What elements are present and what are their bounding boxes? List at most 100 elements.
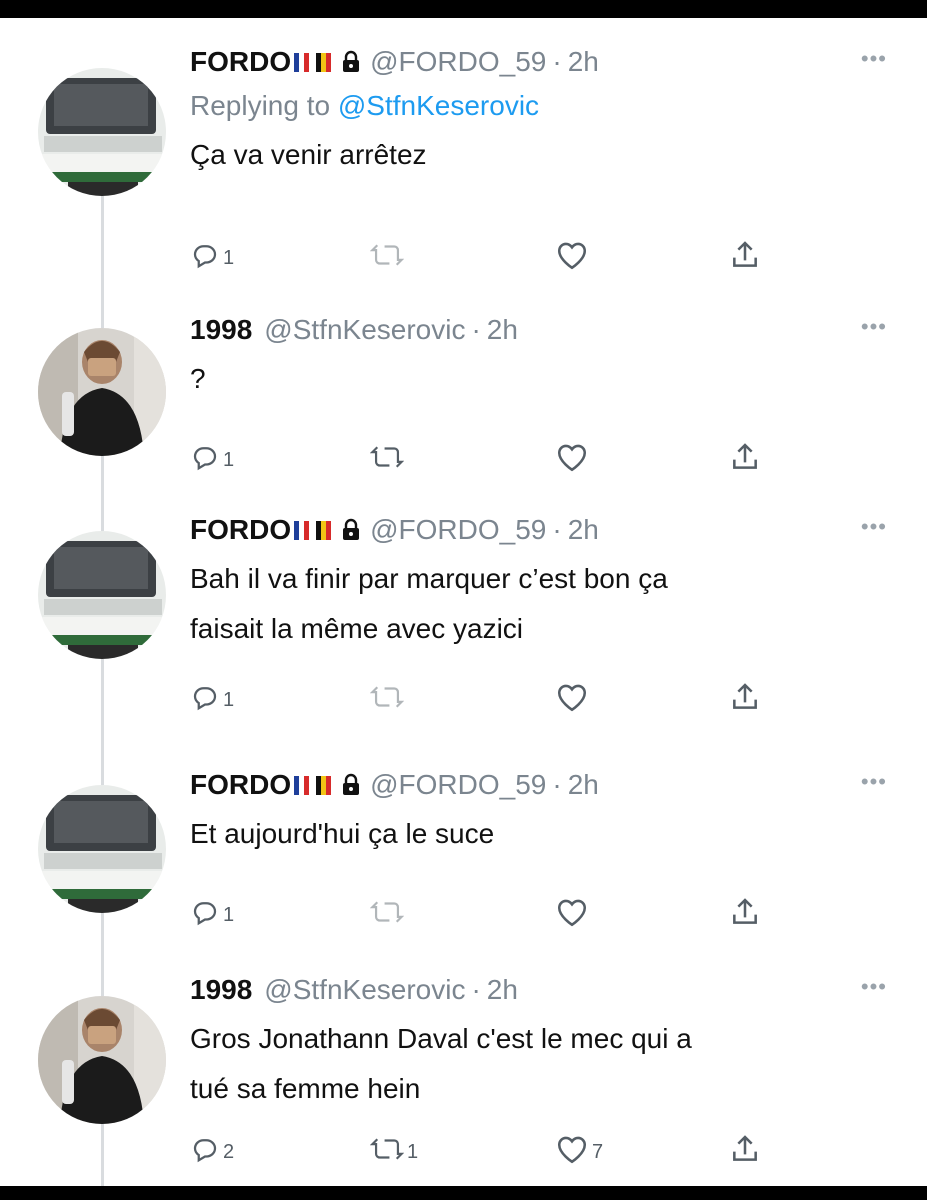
retweet-button[interactable] bbox=[369, 678, 405, 722]
replying-to-label: Replying to bbox=[190, 90, 338, 121]
tweet-header: 1998 @StfnKeserovic · 2h bbox=[190, 308, 887, 352]
tweet-header: FORDO @FORDO_59 · 2h bbox=[190, 763, 887, 807]
more-icon[interactable]: ••• bbox=[861, 514, 887, 540]
reply-button[interactable]: 1 bbox=[190, 236, 234, 280]
tweet-header: 1998 @StfnKeserovic · 2h bbox=[190, 968, 887, 1012]
retweet-button[interactable] bbox=[369, 236, 405, 280]
reply-icon bbox=[190, 897, 220, 933]
tweet-header: FORDO @FORDO_59 · 2h bbox=[190, 40, 887, 84]
timestamp[interactable]: 2h bbox=[568, 763, 599, 807]
like-button[interactable] bbox=[555, 236, 589, 280]
share-icon bbox=[730, 896, 760, 934]
share-button[interactable] bbox=[730, 1130, 760, 1174]
tweet-actions: 1 bbox=[190, 678, 890, 722]
tweet-text-line: Ça va venir arrêtez bbox=[190, 139, 427, 170]
retweet-button[interactable]: 1 bbox=[369, 1130, 419, 1174]
tweet-actions: 2 1 7 bbox=[190, 1130, 890, 1174]
retweet-icon bbox=[369, 240, 405, 276]
share-button[interactable] bbox=[730, 893, 760, 937]
tweet-text-line: tué sa femme hein bbox=[190, 1073, 421, 1104]
share-icon bbox=[730, 239, 760, 277]
user-handle[interactable]: @FORDO_59 bbox=[370, 508, 546, 552]
retweet-button[interactable] bbox=[369, 438, 405, 482]
timestamp[interactable]: 2h bbox=[568, 40, 599, 84]
reply-icon bbox=[190, 682, 220, 718]
timestamp[interactable]: 2h bbox=[487, 968, 518, 1012]
monitor-photo-avatar[interactable] bbox=[38, 68, 166, 196]
like-icon bbox=[555, 441, 589, 479]
like-icon bbox=[555, 1133, 589, 1171]
separator: · bbox=[471, 974, 481, 1005]
flags bbox=[294, 775, 338, 795]
reply-button[interactable]: 1 bbox=[190, 678, 234, 722]
more-icon[interactable]: ••• bbox=[861, 769, 887, 795]
tweet-text: ? bbox=[190, 354, 887, 404]
like-icon bbox=[555, 239, 589, 277]
reply-count: 1 bbox=[223, 246, 235, 269]
lock-icon bbox=[340, 50, 362, 74]
flag-belgium-icon bbox=[316, 775, 332, 795]
person-photo-avatar[interactable] bbox=[38, 996, 166, 1124]
retweet-icon bbox=[369, 682, 405, 718]
retweet-icon bbox=[369, 1134, 405, 1170]
separator: · bbox=[552, 769, 562, 800]
display-name[interactable]: 1998 bbox=[190, 308, 252, 352]
retweet-icon bbox=[369, 442, 405, 478]
share-icon bbox=[730, 1133, 760, 1171]
replying-to-mention[interactable]: @StfnKeserovic bbox=[338, 90, 539, 121]
like-icon bbox=[555, 896, 589, 934]
lock-icon bbox=[340, 518, 362, 542]
person-photo-avatar[interactable] bbox=[38, 328, 166, 456]
user-handle[interactable]: @StfnKeserovic bbox=[264, 968, 465, 1012]
reply-button[interactable]: 1 bbox=[190, 893, 234, 937]
reply-count: 1 bbox=[223, 448, 235, 471]
separator: · bbox=[471, 314, 481, 345]
flag-france-icon bbox=[294, 775, 310, 795]
more-icon[interactable]: ••• bbox=[861, 974, 887, 1000]
tweet-text: Bah il va finir par marquer c’est bon ça… bbox=[190, 554, 887, 654]
like-button[interactable] bbox=[555, 893, 589, 937]
tweet-text: Ça va venir arrêtez bbox=[190, 130, 887, 180]
tweet-text: Et aujourd'hui ça le suce bbox=[190, 809, 887, 859]
like-button[interactable] bbox=[555, 438, 589, 482]
display-name[interactable]: 1998 bbox=[190, 968, 252, 1012]
display-name[interactable]: FORDO bbox=[190, 763, 291, 807]
flag-belgium-icon bbox=[316, 52, 332, 72]
user-handle[interactable]: @FORDO_59 bbox=[370, 40, 546, 84]
replying-to: Replying to @StfnKeserovic bbox=[190, 84, 887, 128]
timestamp[interactable]: 2h bbox=[568, 508, 599, 552]
tweet-text: Gros Jonathann Daval c'est le mec qui a t… bbox=[190, 1014, 887, 1114]
reply-button[interactable]: 1 bbox=[190, 438, 234, 482]
flag-belgium-icon bbox=[316, 520, 332, 540]
monitor-photo-avatar[interactable] bbox=[38, 785, 166, 913]
share-button[interactable] bbox=[730, 678, 760, 722]
display-name[interactable]: FORDO bbox=[190, 508, 291, 552]
more-icon[interactable]: ••• bbox=[861, 46, 887, 72]
flags bbox=[294, 520, 338, 540]
timeline: FORDO @FORDO_59 · 2h ••• Replying to @StfnKes… bbox=[0, 18, 927, 1186]
retweet-count: 1 bbox=[407, 1140, 419, 1163]
reply-icon bbox=[190, 1134, 220, 1170]
user-handle[interactable]: @StfnKeserovic bbox=[264, 308, 465, 352]
share-button[interactable] bbox=[730, 236, 760, 280]
reply-button[interactable]: 2 bbox=[190, 1130, 234, 1174]
tweet-text-line: Et aujourd'hui ça le suce bbox=[190, 818, 495, 849]
separator: · bbox=[552, 46, 562, 77]
retweet-icon bbox=[369, 897, 405, 933]
share-button[interactable] bbox=[730, 438, 760, 482]
like-count: 7 bbox=[592, 1140, 604, 1163]
separator: · bbox=[552, 514, 562, 545]
user-handle[interactable]: @FORDO_59 bbox=[370, 763, 546, 807]
display-name[interactable]: FORDO bbox=[190, 40, 291, 84]
like-button[interactable]: 7 bbox=[555, 1130, 603, 1174]
like-button[interactable] bbox=[555, 678, 589, 722]
share-icon bbox=[730, 681, 760, 719]
tweet-header: FORDO @FORDO_59 · 2h bbox=[190, 508, 887, 552]
reply-count: 2 bbox=[223, 1140, 235, 1163]
timestamp[interactable]: 2h bbox=[487, 308, 518, 352]
retweet-button[interactable] bbox=[369, 893, 405, 937]
monitor-photo-avatar[interactable] bbox=[38, 531, 166, 659]
reply-count: 1 bbox=[223, 688, 235, 711]
more-icon[interactable]: ••• bbox=[861, 314, 887, 340]
tweet-actions: 1 bbox=[190, 893, 890, 937]
